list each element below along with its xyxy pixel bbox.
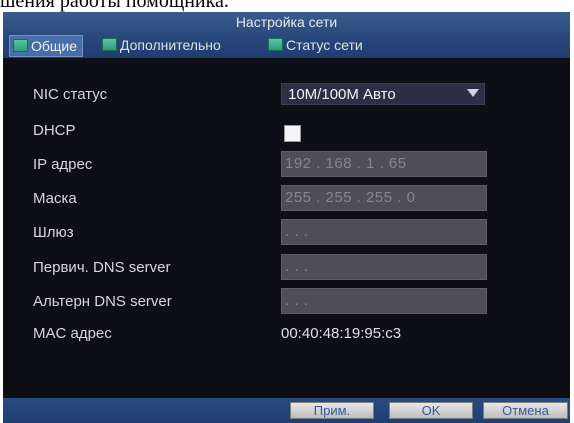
page-text-fragment: шения работы помощника. xyxy=(0,0,574,12)
mac-address-label: MAC адрес xyxy=(33,325,112,342)
window-title: Настройка сети xyxy=(235,14,338,30)
nic-status-label: NIC статус xyxy=(33,86,108,103)
network-tab-icon xyxy=(268,38,283,51)
secondary-dns-field[interactable]: . . . xyxy=(281,288,487,314)
ip-address-field[interactable]: 192 . 168 . 1 . 65 xyxy=(281,151,487,177)
tab-network-status[interactable]: Статус сети xyxy=(268,35,363,55)
nic-status-value: 10M/100M Авто xyxy=(288,86,396,103)
dhcp-checkbox[interactable] xyxy=(284,125,301,142)
nic-status-select[interactable]: 10M/100M Авто xyxy=(281,83,485,105)
page-text: шения работы помощника. xyxy=(0,0,229,12)
tab-label: Дополнительно xyxy=(120,37,221,53)
ok-button[interactable]: OK xyxy=(389,402,473,419)
tab-bar: Общие Дополнительно Статус сети xyxy=(3,32,570,58)
title-bar: Настройка сети xyxy=(3,12,570,32)
primary-dns-field[interactable]: . . . xyxy=(281,254,487,280)
cancel-button[interactable]: Отмена xyxy=(483,402,568,419)
subnet-mask-label: Маска xyxy=(33,190,77,207)
mac-address-value: 00:40:48:19:95:c3 xyxy=(281,325,402,342)
button-bar: Прим. OK Отмена xyxy=(3,398,570,423)
gateway-label: Шлюз xyxy=(33,224,74,241)
secondary-dns-label: Альтерн DNS server xyxy=(33,293,172,310)
tab-advanced[interactable]: Дополнительно xyxy=(102,35,221,55)
network-settings-dialog: Настройка сети Общие Дополнительно Стату… xyxy=(3,12,570,423)
tab-label: Статус сети xyxy=(286,37,363,53)
settings-panel: NIC статус 10M/100M Авто DHCP IP адрес 1… xyxy=(9,58,564,398)
gateway-field[interactable]: . . . xyxy=(281,219,487,245)
dhcp-label: DHCP xyxy=(33,122,76,139)
network-tab-icon xyxy=(13,39,28,52)
tab-label: Общие xyxy=(31,38,78,54)
network-tab-icon xyxy=(102,38,117,51)
ip-address-label: IP адрес xyxy=(33,156,93,173)
tab-general[interactable]: Общие xyxy=(9,35,84,57)
apply-button[interactable]: Прим. xyxy=(290,402,374,419)
primary-dns-label: Первич. DNS server xyxy=(33,259,171,276)
subnet-mask-field[interactable]: 255 . 255 . 255 . 0 xyxy=(281,185,487,211)
chevron-down-icon[interactable] xyxy=(467,89,479,97)
